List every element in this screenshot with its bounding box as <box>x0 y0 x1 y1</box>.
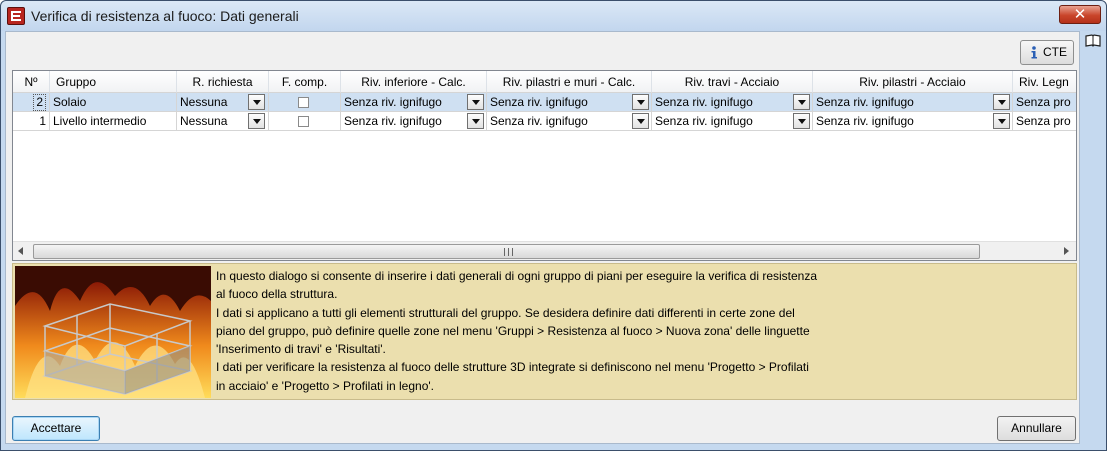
info-line: I dati si applicano a tutti gli elementi… <box>216 305 795 320</box>
riv-pilastri-muri-value: Senza riv. ignifugo <box>490 114 588 128</box>
scrollbar-grip-icon <box>504 248 513 256</box>
row-num: 2 <box>33 94 46 111</box>
info-line: al fuoco della struttura. <box>216 287 338 302</box>
riv-pilastri-muri-cell[interactable]: Senza riv. ignifugo <box>487 112 652 131</box>
col-header-riv-legno[interactable]: Riv. Legn <box>1013 71 1076 93</box>
close-button[interactable]: ✕ <box>1059 5 1101 24</box>
col-header-riv-pilastri-muri[interactable]: Riv. pilastri e muri - Calc. <box>487 71 652 93</box>
riv-pilastri-acciaio-value: Senza riv. ignifugo <box>816 95 914 109</box>
f-comp-cell <box>269 93 341 112</box>
r-richiesta-cell[interactable]: Nessuna <box>177 112 269 131</box>
riv-travi-cell[interactable]: Senza riv. ignifugo <box>652 112 813 131</box>
riv-pilastri-acciaio-value: Senza riv. ignifugo <box>816 114 914 128</box>
info-line: 'Inserimento di travi' e 'Risultati'. <box>216 342 386 357</box>
riv-travi-value: Senza riv. ignifugo <box>655 114 753 128</box>
gruppo-cell[interactable]: Solaio <box>50 93 177 112</box>
riv-inferiore-cell[interactable]: Senza riv. ignifugo <box>341 112 487 131</box>
col-header-r-richiesta[interactable]: R. richiesta <box>177 71 269 93</box>
riv-inferiore-value: Senza riv. ignifugo <box>344 95 442 109</box>
gruppo-cell[interactable]: Livello intermedio <box>50 112 177 131</box>
table-row[interactable]: 2 Solaio Nessuna Senza riv. ignifugo Sen… <box>13 93 1076 112</box>
r-richiesta-value: Nessuna <box>180 114 228 128</box>
info-panel: In questo dialogo si consente di inserir… <box>12 263 1077 400</box>
scroll-right-arrow-icon[interactable] <box>1064 247 1069 255</box>
riv-inferiore-dropdown[interactable] <box>467 94 484 110</box>
riv-inferiore-dropdown[interactable] <box>467 113 484 129</box>
horizontal-scrollbar[interactable] <box>13 241 1076 260</box>
f-comp-checkbox[interactable] <box>298 116 309 127</box>
riv-travi-dropdown[interactable] <box>793 94 810 110</box>
f-comp-cell <box>269 112 341 131</box>
col-header-gruppo[interactable]: Gruppo <box>50 71 177 93</box>
table-row[interactable]: 1 Livello intermedio Nessuna Senza riv. … <box>13 112 1076 131</box>
riv-travi-value: Senza riv. ignifugo <box>655 95 753 109</box>
app-icon <box>7 7 25 25</box>
col-header-riv-pilastri-acciaio[interactable]: Riv. pilastri - Acciaio <box>813 71 1013 93</box>
riv-pilastri-muri-cell[interactable]: Senza riv. ignifugo <box>487 93 652 112</box>
cte-button[interactable]: CTE <box>1020 40 1074 65</box>
row-num-cell: 2 <box>13 93 50 112</box>
info-line: in acciaio' e 'Progetto > Profilati in l… <box>216 378 434 393</box>
f-comp-checkbox[interactable] <box>298 97 309 108</box>
riv-pilastri-acciaio-dropdown[interactable] <box>993 113 1010 129</box>
riv-pilastri-muri-dropdown[interactable] <box>632 113 649 129</box>
col-header-num[interactable]: Nº <box>13 71 50 93</box>
row-num: 1 <box>13 112 50 131</box>
dialog-window: Verifica di resistenza al fuoco: Dati ge… <box>0 0 1107 451</box>
r-richiesta-cell[interactable]: Nessuna <box>177 93 269 112</box>
groups-table: Nº Gruppo R. richiesta F. comp. Riv. inf… <box>12 70 1077 261</box>
r-richiesta-value: Nessuna <box>180 95 228 109</box>
info-text: In questo dialogo si consente di inserir… <box>216 267 976 395</box>
riv-travi-cell[interactable]: Senza riv. ignifugo <box>652 93 813 112</box>
riv-pilastri-muri-value: Senza riv. ignifugo <box>490 95 588 109</box>
col-header-riv-travi[interactable]: Riv. travi - Acciaio <box>652 71 813 93</box>
riv-pilastri-acciaio-cell[interactable]: Senza riv. ignifugo <box>813 112 1013 131</box>
riv-pilastri-muri-dropdown[interactable] <box>632 94 649 110</box>
dialog-client-area: CTE Nº Gruppo R. richiesta F. comp. Riv.… <box>5 31 1080 444</box>
scrollbar-thumb[interactable] <box>33 244 980 259</box>
title-bar[interactable]: Verifica di resistenza al fuoco: Dati ge… <box>1 1 1106 31</box>
fire-structure-image <box>15 266 211 398</box>
col-header-f-comp[interactable]: F. comp. <box>269 71 341 93</box>
riv-pilastri-acciaio-dropdown[interactable] <box>993 94 1010 110</box>
riv-legno-cell[interactable]: Senza pro <box>1013 112 1076 131</box>
riv-travi-dropdown[interactable] <box>793 113 810 129</box>
riv-inferiore-cell[interactable]: Senza riv. ignifugo <box>341 93 487 112</box>
r-richiesta-dropdown[interactable] <box>248 113 265 129</box>
info-line: piano del gruppo, può definire quelle zo… <box>216 323 810 338</box>
riv-legno-cell[interactable]: Senza pro <box>1013 93 1076 112</box>
window-title: Verifica di resistenza al fuoco: Dati ge… <box>31 8 299 24</box>
accept-button[interactable]: Accettare <box>12 416 100 441</box>
riv-inferiore-value: Senza riv. ignifugo <box>344 114 442 128</box>
riv-pilastri-acciaio-cell[interactable]: Senza riv. ignifugo <box>813 93 1013 112</box>
r-richiesta-dropdown[interactable] <box>248 94 265 110</box>
scroll-left-arrow-icon[interactable] <box>18 247 23 255</box>
info-line: I dati per verificare la resistenza al f… <box>216 360 809 375</box>
cte-label: CTE <box>1043 45 1067 59</box>
info-line: In questo dialogo si consente di inserir… <box>216 269 818 283</box>
info-icon <box>1031 46 1037 59</box>
cancel-button[interactable]: Annullare <box>997 416 1076 441</box>
col-header-riv-inferiore[interactable]: Riv. inferiore - Calc. <box>341 71 487 93</box>
book-icon[interactable] <box>1084 33 1102 49</box>
